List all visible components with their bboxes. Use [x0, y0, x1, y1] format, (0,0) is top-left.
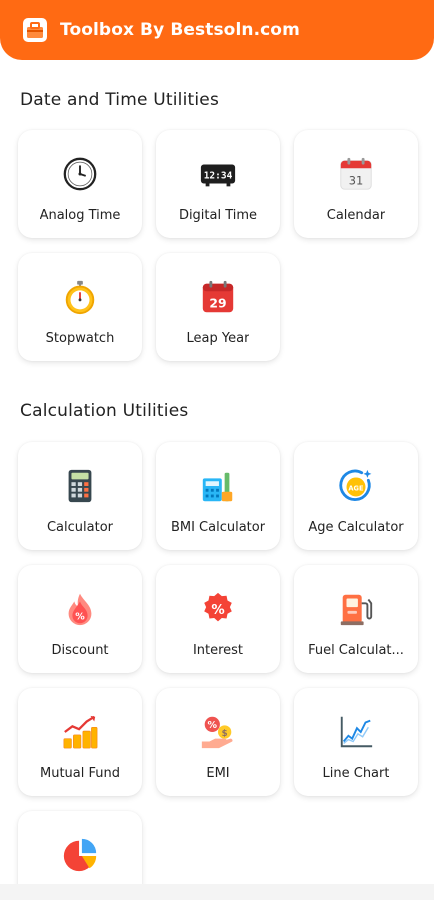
- svg-text:%: %: [211, 603, 224, 618]
- tool-label: Calendar: [326, 208, 386, 223]
- stopwatch-icon: [60, 277, 100, 317]
- tool-card-bmi-calculator[interactable]: BMI Calculator: [156, 442, 280, 550]
- tool-label: Age Calculator: [308, 520, 404, 535]
- calendar-icon: 31: [336, 154, 376, 194]
- line-chart-icon: [336, 712, 376, 752]
- leap-year-calendar-icon: 29: [198, 277, 238, 317]
- tool-card-interest[interactable]: % Interest: [156, 565, 280, 673]
- tool-card-discount[interactable]: % Discount: [18, 565, 142, 673]
- tool-card-analog-time[interactable]: Analog Time: [18, 130, 142, 238]
- tool-card-digital-time[interactable]: 12:34 Digital Time: [156, 130, 280, 238]
- app-title: Toolbox By Bestsoln.com: [60, 20, 300, 40]
- tool-label: Analog Time: [39, 208, 121, 223]
- tool-label: Stopwatch: [45, 331, 115, 346]
- digital-clock-icon: 12:34: [198, 154, 238, 194]
- app-bar: Toolbox By Bestsoln.com: [0, 0, 434, 60]
- discount-icon: %: [60, 589, 100, 629]
- mutual-fund-icon: [60, 712, 100, 752]
- tool-label: BMI Calculator: [170, 520, 266, 535]
- toolbox-logo-icon: [23, 18, 47, 42]
- tool-card-calculator[interactable]: Calculator: [18, 442, 142, 550]
- section-title-calculation: Calculation Utilities: [20, 401, 189, 421]
- emi-icon: % $: [198, 712, 238, 752]
- tool-label: Fuel Calculat...: [308, 643, 404, 658]
- tool-card-line-chart[interactable]: Line Chart: [294, 688, 418, 796]
- leap-day: 29: [209, 296, 226, 310]
- tool-card-emi[interactable]: % $ EMI: [156, 688, 280, 796]
- calendar-day: 31: [349, 173, 364, 187]
- tool-label: Leap Year: [186, 331, 250, 346]
- calculator-icon: [60, 466, 100, 506]
- svg-text:$: $: [222, 729, 228, 739]
- analog-clock-icon: [60, 154, 100, 194]
- tool-card-fuel-calculator[interactable]: Fuel Calculat...: [294, 565, 418, 673]
- tool-label: Calculator: [46, 520, 113, 535]
- tool-card-leap-year[interactable]: 29 Leap Year: [156, 253, 280, 361]
- svg-text:%: %: [208, 720, 218, 731]
- pie-chart-icon: [60, 835, 100, 875]
- tool-label: Interest: [192, 643, 244, 658]
- bottom-edge: [0, 884, 434, 900]
- tool-label: Digital Time: [178, 208, 258, 223]
- svg-text:%: %: [75, 611, 85, 622]
- section-title-date-time: Date and Time Utilities: [20, 90, 220, 110]
- fuel-pump-icon: [336, 589, 376, 629]
- tool-card-stopwatch[interactable]: Stopwatch: [18, 253, 142, 361]
- tool-card-mutual-fund[interactable]: Mutual Fund: [18, 688, 142, 796]
- age-calculator-icon: AGE: [336, 466, 376, 506]
- interest-icon: %: [198, 589, 238, 629]
- tool-label: Line Chart: [322, 766, 390, 781]
- tool-label: Mutual Fund: [40, 766, 120, 781]
- tool-label: EMI: [206, 766, 230, 781]
- tool-card-calendar[interactable]: 31 Calendar: [294, 130, 418, 238]
- tool-card-age-calculator[interactable]: AGE Age Calculator: [294, 442, 418, 550]
- bmi-calculator-icon: [198, 466, 238, 506]
- age-badge-text: AGE: [348, 484, 364, 492]
- tool-label: Discount: [51, 643, 109, 658]
- digital-clock-readout: 12:34: [204, 170, 233, 181]
